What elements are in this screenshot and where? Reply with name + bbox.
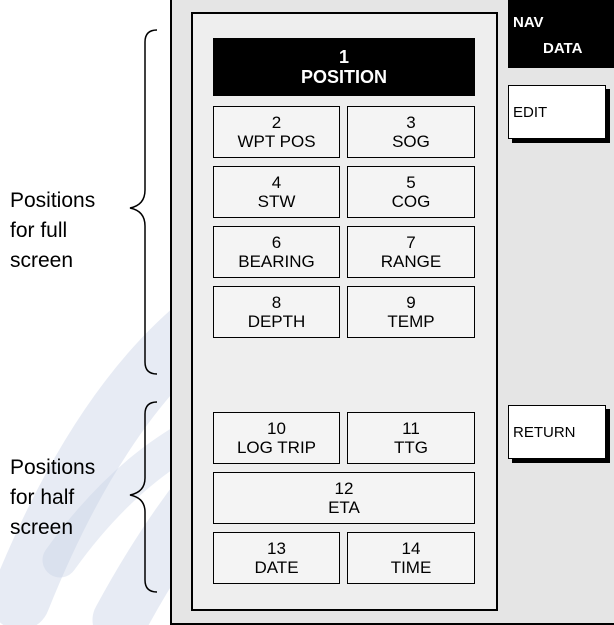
- cell-bearing[interactable]: 6 BEARING: [213, 226, 340, 278]
- cell-name: WPT POS: [237, 132, 316, 151]
- cell-position[interactable]: 1 POSITION: [213, 38, 475, 96]
- cell-number: 8: [271, 293, 282, 312]
- cell-temp[interactable]: 9 TEMP: [347, 286, 475, 338]
- cell-time[interactable]: 14 TIME: [347, 532, 475, 584]
- nav-data-line2: DATA: [543, 40, 583, 57]
- cell-name: LOG TRIP: [236, 438, 317, 457]
- cell-name: SOG: [392, 132, 430, 151]
- cell-number: 11: [402, 419, 420, 438]
- cell-name: BEARING: [238, 252, 315, 271]
- nav-data-title: NAV DATA: [508, 0, 614, 68]
- cell-name: TIME: [390, 558, 432, 577]
- cell-range[interactable]: 7 RANGE: [347, 226, 475, 278]
- cell-name: POSITION: [300, 67, 387, 87]
- cell-number: 1: [338, 47, 349, 67]
- cell-sog[interactable]: 3 SOG: [347, 106, 475, 158]
- cell-cog[interactable]: 5 COG: [347, 166, 475, 218]
- cell-name: TTG: [394, 438, 428, 457]
- cell-number: 12: [334, 479, 354, 498]
- nav-data-line1: NAV: [513, 14, 544, 31]
- cell-log-trip[interactable]: 10 LOG TRIP: [213, 412, 340, 464]
- cell-name: COG: [391, 192, 431, 211]
- cell-number: 9: [406, 293, 416, 312]
- cell-number: 10: [267, 419, 286, 438]
- cell-depth[interactable]: 8 DEPTH: [213, 286, 340, 338]
- cell-name: TEMP: [387, 312, 435, 331]
- cell-number: 6: [271, 233, 282, 252]
- cell-number: 13: [267, 539, 286, 558]
- cell-name: RANGE: [380, 252, 442, 271]
- cell-number: 7: [406, 233, 416, 252]
- brace-full-screen: [129, 29, 158, 593]
- cell-eta[interactable]: 12 ETA: [213, 472, 475, 524]
- cell-name: DEPTH: [247, 312, 306, 331]
- cell-number: 4: [271, 173, 282, 192]
- cell-date[interactable]: 13 DATE: [213, 532, 340, 584]
- cell-name: DATE: [254, 558, 299, 577]
- return-button[interactable]: RETURN: [508, 405, 606, 459]
- cell-number: 2: [271, 113, 282, 132]
- cell-number: 5: [406, 173, 416, 192]
- cell-number: 14: [401, 539, 421, 558]
- cell-ttg[interactable]: 11 TTG: [347, 412, 475, 464]
- cell-name: STW: [257, 192, 296, 211]
- cell-stw[interactable]: 4 STW: [213, 166, 340, 218]
- edit-button[interactable]: EDIT: [508, 85, 606, 139]
- cell-wpt-pos[interactable]: 2 WPT POS: [213, 106, 340, 158]
- cell-name: ETA: [328, 498, 360, 517]
- cell-number: 3: [406, 113, 416, 132]
